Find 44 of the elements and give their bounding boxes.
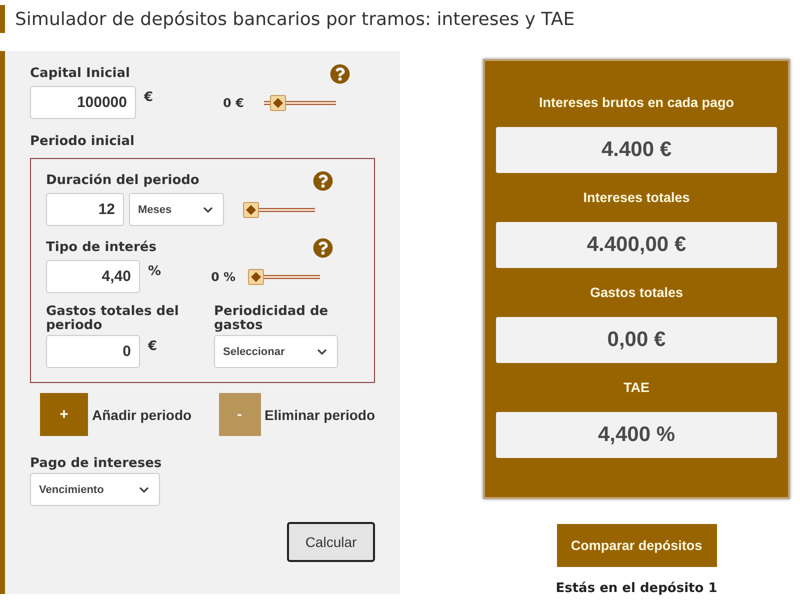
field-label: Periodicidad de gastos bbox=[214, 305, 330, 333]
status-text: Estás en el depósito 1 bbox=[556, 581, 718, 596]
slider-thumb[interactable] bbox=[270, 94, 286, 110]
field-label: Gastos totales del periodo bbox=[46, 305, 180, 333]
result-value: 0,00 € bbox=[496, 317, 777, 363]
result-value: 4.400 € bbox=[496, 127, 777, 173]
field-label: Capital Inicial bbox=[30, 67, 130, 81]
field-label: Duración del periodo bbox=[46, 174, 200, 188]
result-value: 4.400,00 € bbox=[496, 222, 777, 268]
accent-bar bbox=[0, 5, 5, 33]
result-label: Intereses brutos en cada pago bbox=[538, 95, 736, 110]
period-button[interactable]: + bbox=[40, 393, 88, 436]
dropdown[interactable]: Vencimiento bbox=[30, 473, 160, 506]
help-icon[interactable] bbox=[313, 171, 333, 191]
section-heading: Periodo inicial bbox=[30, 135, 136, 149]
slider[interactable] bbox=[243, 202, 315, 218]
result-label: TAE bbox=[622, 380, 650, 395]
field-label: Tipo de interés bbox=[46, 241, 156, 255]
slider-thumb[interactable] bbox=[243, 202, 259, 218]
slider[interactable] bbox=[264, 94, 336, 110]
page-title: Simulador de depósitos bancarios por tramos: intereses y TAE bbox=[15, 8, 575, 30]
calculate-button[interactable]: Calcular bbox=[287, 522, 375, 562]
dropdown[interactable]: Meses bbox=[129, 193, 224, 226]
result-value: 4,400 % bbox=[496, 412, 777, 458]
field-label: Pago de intereses bbox=[30, 457, 163, 471]
slider-label: 0 € bbox=[223, 96, 244, 110]
button-label: Eliminar periodo bbox=[264, 406, 375, 422]
input-field[interactable]: 0 bbox=[46, 335, 140, 368]
result-label: Gastos totales bbox=[588, 285, 684, 300]
help-icon[interactable] bbox=[313, 238, 333, 258]
unit-label: % bbox=[148, 264, 162, 279]
slider-label: 0 % bbox=[211, 270, 236, 284]
dropdown[interactable]: Seleccionar bbox=[214, 335, 338, 368]
input-field[interactable]: 4,40 bbox=[46, 260, 140, 293]
compare-button[interactable]: Comparar depósitos bbox=[556, 524, 716, 567]
unit-label: € bbox=[144, 90, 154, 105]
button-label: Añadir periodo bbox=[92, 406, 192, 422]
result-label: Intereses totales bbox=[582, 190, 691, 205]
unit-label: € bbox=[148, 339, 158, 354]
slider[interactable] bbox=[248, 268, 320, 284]
slider-thumb[interactable] bbox=[248, 268, 264, 284]
input-field[interactable]: 12 bbox=[46, 193, 124, 226]
input-field[interactable]: 100000 bbox=[30, 86, 136, 119]
help-icon[interactable] bbox=[330, 64, 350, 84]
